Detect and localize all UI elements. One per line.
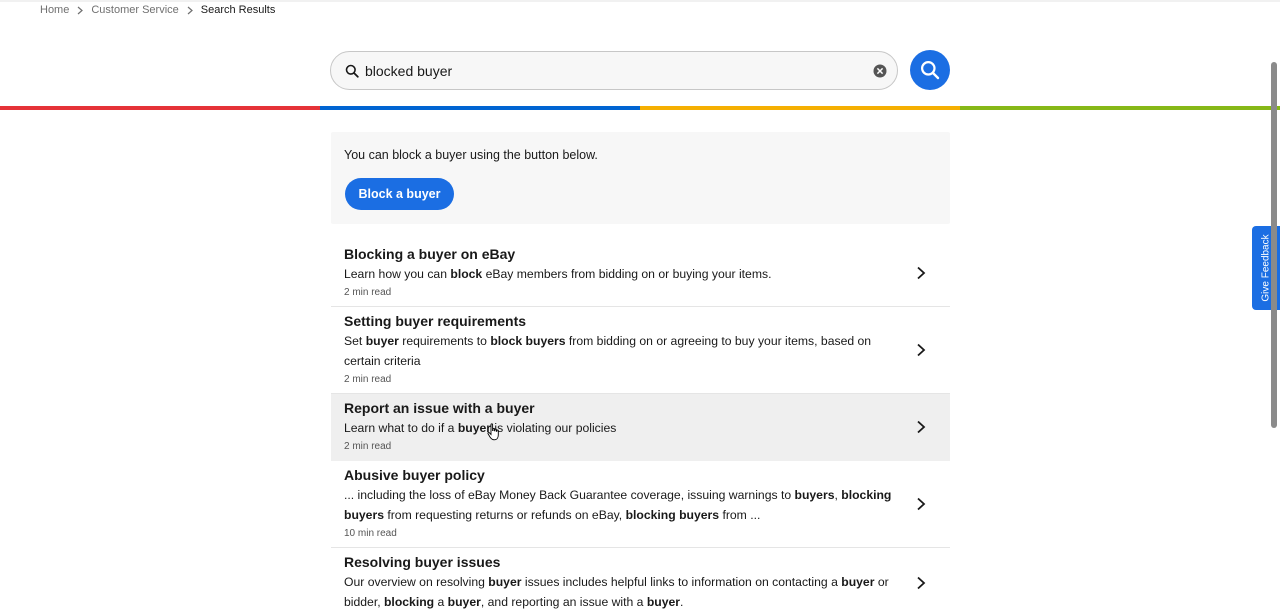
result-item[interactable]: Resolving buyer issues Our overview on r…: [331, 548, 950, 616]
search-icon: [345, 64, 359, 78]
description-text: issues includes helpful links to informa…: [521, 575, 842, 589]
highlighted-keyword: buyers: [794, 488, 835, 502]
block-buyer-panel: You can block a buyer using the button b…: [331, 132, 950, 224]
description-text: a: [434, 595, 448, 609]
result-read-time: 2 min read: [344, 441, 392, 452]
highlighted-keyword: buyer: [447, 595, 481, 609]
result-description: Learn what to do if a buyer is violating…: [344, 418, 900, 438]
highlighted-keyword: buyer: [365, 334, 399, 348]
result-description: ... including the loss of eBay Money Bac…: [344, 485, 900, 525]
search-icon: [921, 61, 940, 80]
highlighted-keyword: block: [450, 267, 483, 281]
chevron-right-icon: [917, 576, 926, 590]
block-buyer-message: You can block a buyer using the button b…: [344, 148, 598, 162]
give-feedback-label: Give Feedback: [1260, 234, 1272, 302]
description-text: Learn what to do if a: [344, 421, 458, 435]
search-button[interactable]: [910, 50, 950, 90]
highlighted-keyword: blocking buyers: [625, 508, 720, 522]
top-border: [0, 0, 1280, 2]
result-title: Resolving buyer issues: [344, 554, 501, 570]
highlighted-keyword: blocking: [383, 595, 435, 609]
result-item[interactable]: Setting buyer requirements Set buyer req…: [331, 307, 950, 394]
color-bar-green: [960, 106, 1280, 110]
brand-color-bar: [0, 106, 1280, 110]
description-text: from requesting returns or refunds on eB…: [383, 508, 626, 522]
highlighted-keyword: buyer: [646, 595, 681, 609]
chevron-right-icon: [917, 343, 926, 357]
result-title: Blocking a buyer on eBay: [344, 246, 516, 262]
breadcrumb-search-results: Search Results: [200, 4, 276, 16]
result-item[interactable]: Report an issue with a buyer Learn what …: [331, 394, 950, 461]
description-text: eBay members from bidding on or buying y…: [482, 267, 772, 281]
color-bar-red: [0, 106, 320, 110]
description-text: from ...: [719, 508, 761, 522]
breadcrumb: Home Customer Service Search Results: [40, 4, 275, 16]
result-description: Our overview on resolving buyer issues i…: [344, 572, 900, 612]
highlighted-keyword: buyer: [488, 575, 522, 589]
description-text: , and reporting an issue with a: [480, 595, 647, 609]
result-item[interactable]: Abusive buyer policy ... including the l…: [331, 461, 950, 548]
breadcrumb-home[interactable]: Home: [40, 4, 69, 16]
description-text: is violating our policies: [491, 421, 617, 435]
description-text: Our overview on resolving: [344, 575, 489, 589]
chevron-right-icon: [917, 497, 926, 511]
search-box: [330, 51, 898, 90]
result-read-time: 2 min read: [344, 374, 392, 385]
result-description: Learn how you can block eBay members fro…: [344, 264, 900, 284]
chevron-right-icon: [69, 4, 91, 16]
color-bar-blue: [320, 106, 640, 110]
result-title: Setting buyer requirements: [344, 313, 527, 329]
result-read-time: 2 min read: [344, 287, 392, 298]
highlighted-keyword: block buyers: [490, 334, 566, 348]
result-description: Set buyer requirements to block buyers f…: [344, 331, 900, 371]
result-item[interactable]: Blocking a buyer on eBay Learn how you c…: [331, 240, 950, 307]
description-text: Set: [344, 334, 366, 348]
search-results-list: Blocking a buyer on eBay Learn how you c…: [331, 240, 950, 616]
result-title: Abusive buyer policy: [344, 467, 485, 483]
description-text: Learn how you can: [344, 267, 451, 281]
result-title: Report an issue with a buyer: [344, 400, 535, 416]
hand-cursor-icon: [487, 423, 499, 441]
color-bar-yellow: [640, 106, 960, 110]
page-scrollbar[interactable]: [1271, 62, 1277, 428]
breadcrumb-customer-service[interactable]: Customer Service: [91, 4, 178, 16]
description-text: ... including the loss of eBay Money Bac…: [344, 488, 795, 502]
chevron-right-icon: [917, 420, 926, 434]
chevron-right-icon: [179, 4, 201, 16]
chevron-right-icon: [917, 266, 926, 280]
description-text: requirements to: [398, 334, 491, 348]
result-read-time: 10 min read: [344, 528, 397, 539]
search-input[interactable]: [365, 62, 865, 79]
description-text: .: [680, 595, 684, 609]
highlighted-keyword: buyer: [841, 575, 875, 589]
block-buyer-button[interactable]: Block a buyer: [345, 178, 454, 210]
clear-icon[interactable]: [873, 64, 887, 78]
